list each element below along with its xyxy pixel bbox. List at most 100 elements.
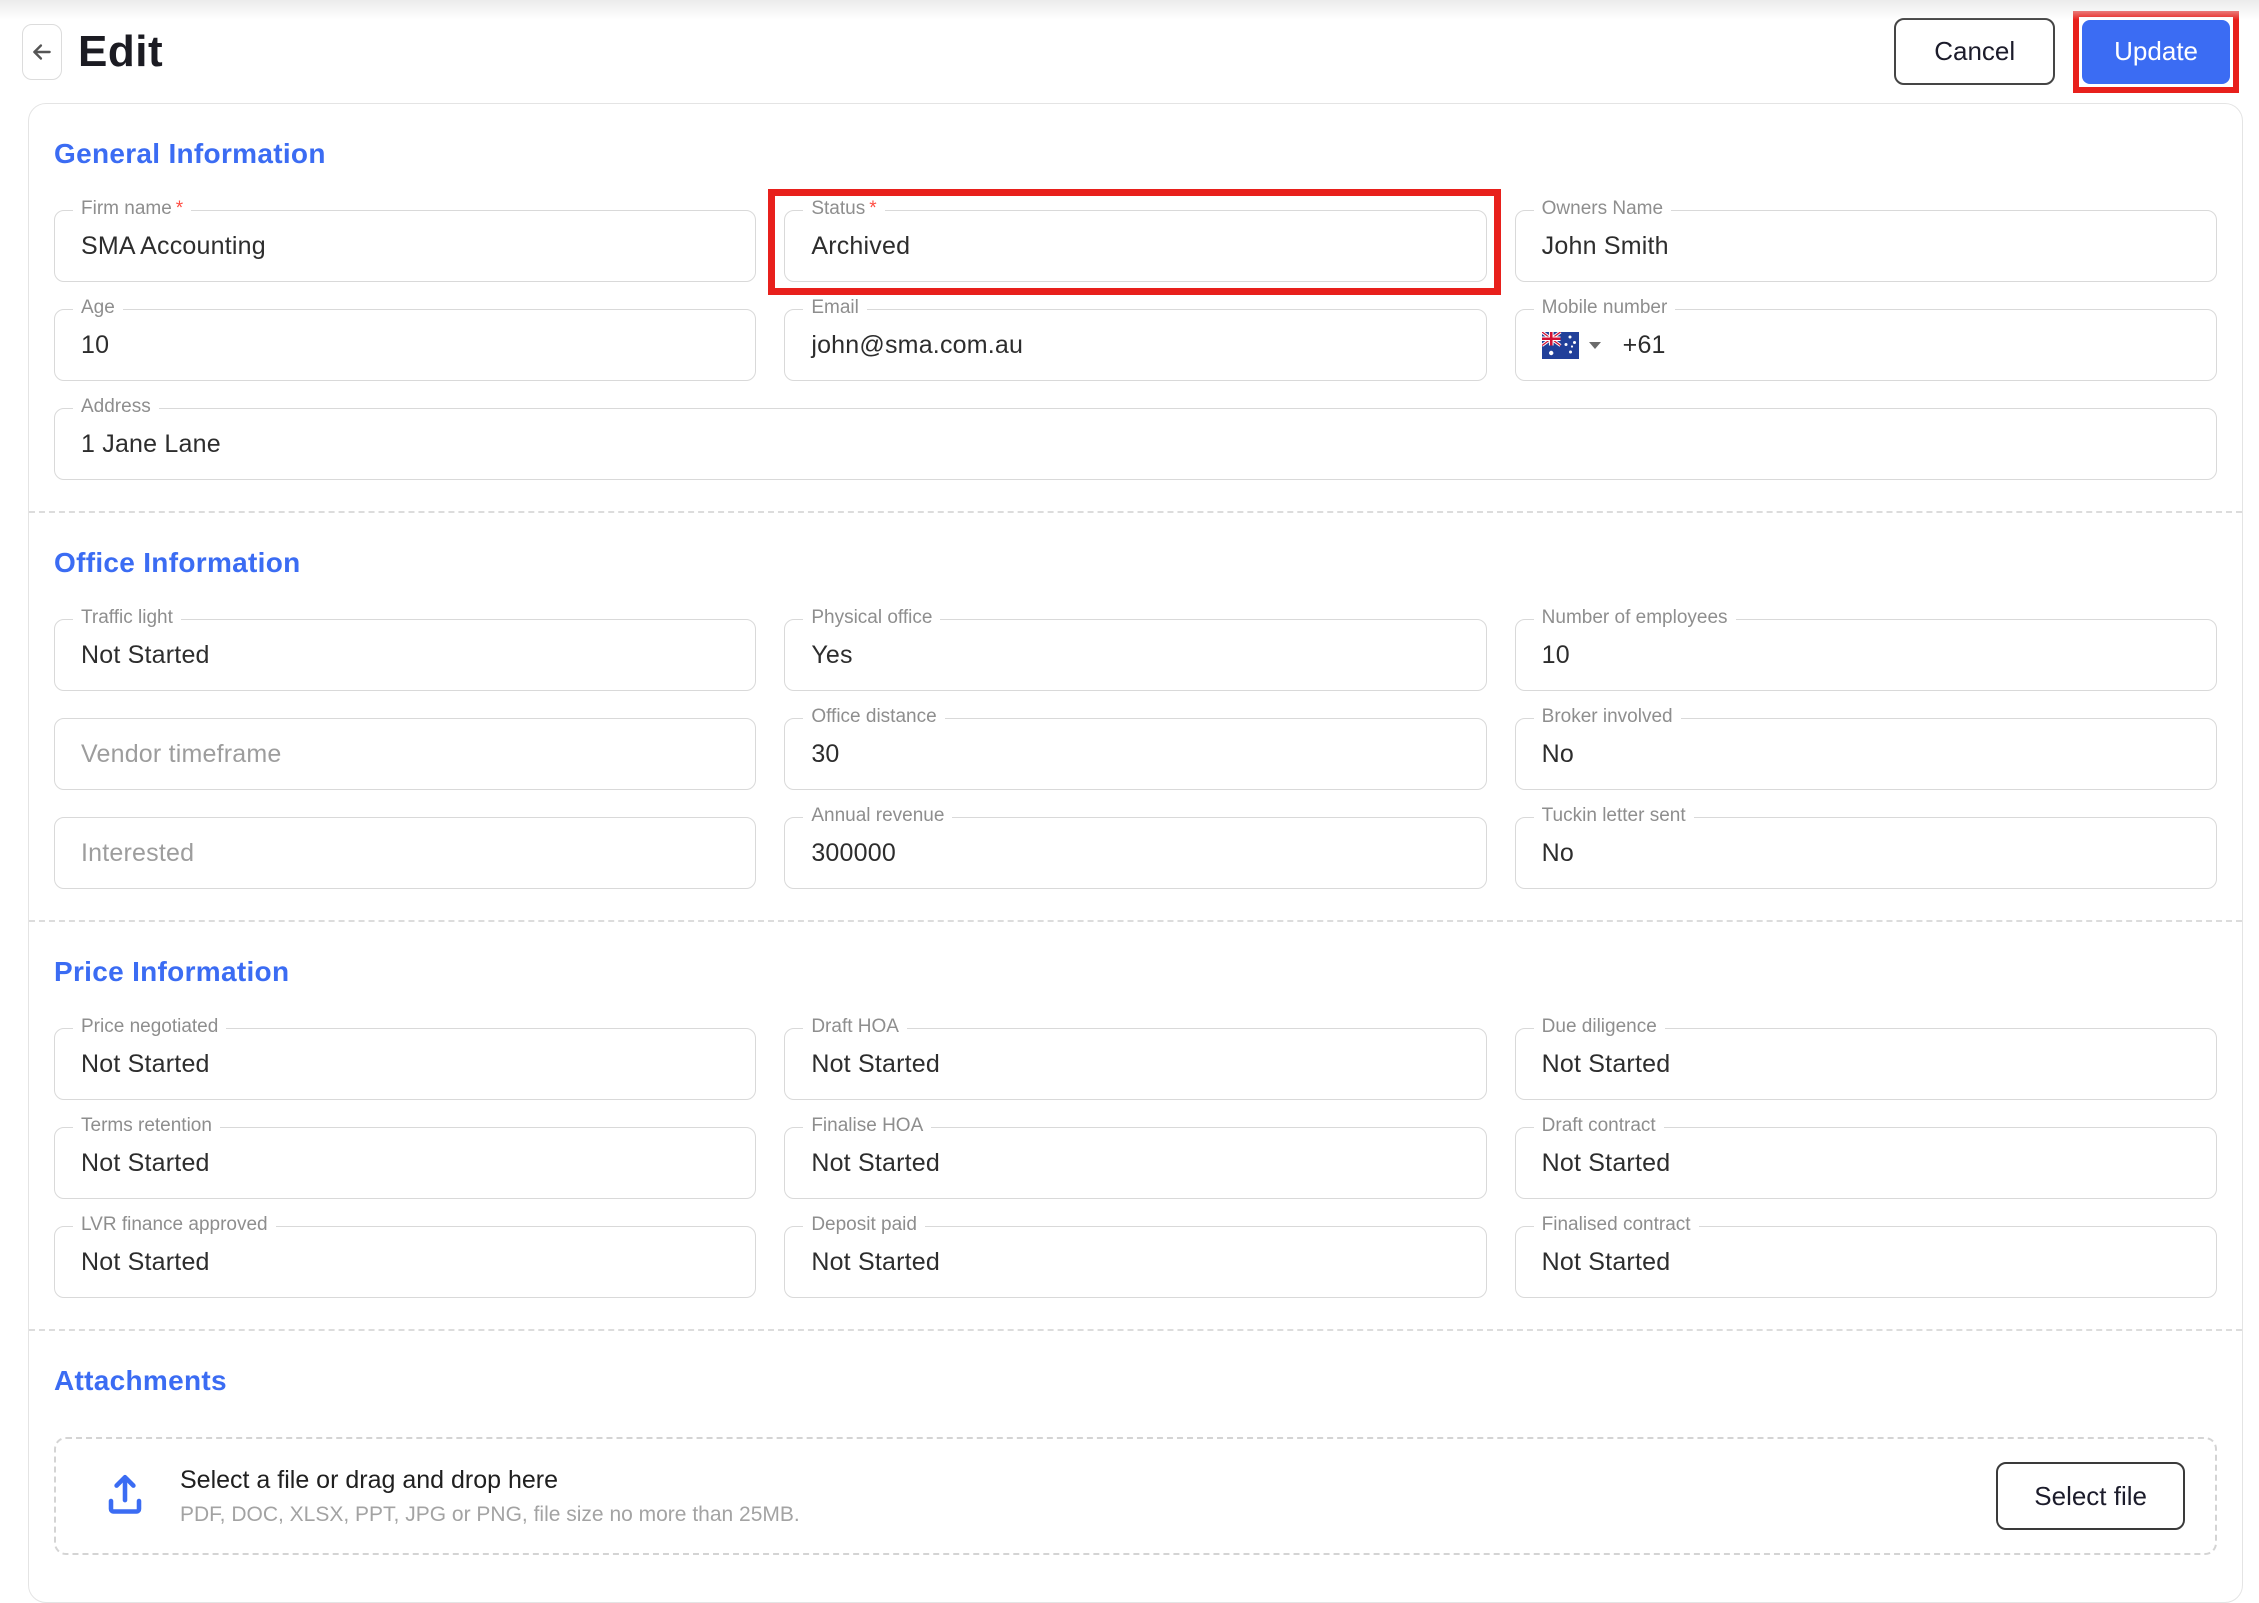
vendor-timeframe-input[interactable]: Vendor timeframe <box>54 718 757 790</box>
section-office-information: Office Information Traffic light Not Sta… <box>29 511 2242 920</box>
email-input[interactable]: Email john@sma.com.au <box>784 297 1487 381</box>
field-label: Finalise HOA <box>803 1115 932 1137</box>
section-title: General Information <box>54 138 326 169</box>
traffic-light-input[interactable]: Traffic light Not Started <box>54 607 757 691</box>
field-value: No <box>1541 838 1575 867</box>
field-label: LVR finance approved <box>73 1214 276 1236</box>
tuckin-letter-sent-input[interactable]: Tuckin letter sent No <box>1514 805 2217 889</box>
field-placeholder: Interested <box>81 838 195 867</box>
field-value: Not Started <box>811 1049 940 1078</box>
field-label: Draft contract <box>1533 1115 1664 1137</box>
section-title: Office Information <box>54 547 301 578</box>
number-of-employees-input[interactable]: Number of employees 10 <box>1514 607 2217 691</box>
section-general-information: General Information Firm name * SMA Accou… <box>29 104 2242 511</box>
field-label: Deposit paid <box>803 1214 925 1236</box>
mobile-number-input[interactable]: Mobile number +61 <box>1514 297 2217 381</box>
interested-input[interactable]: Interested <box>54 817 757 889</box>
field-value: Not Started <box>1541 1247 1671 1276</box>
file-dropzone[interactable]: Select a file or drag and drop here PDF,… <box>54 1437 2217 1555</box>
field-label: Tuckin letter sent <box>1533 805 1694 827</box>
field-label: Terms retention <box>73 1115 220 1137</box>
field-value: Not Started <box>81 1247 210 1276</box>
physical-office-input[interactable]: Physical office Yes <box>784 607 1487 691</box>
draft-hoa-input[interactable]: Draft HOA Not Started <box>784 1016 1487 1100</box>
field-label: Address <box>73 396 159 418</box>
update-button-annotation: Update <box>2073 10 2239 93</box>
field-label: Physical office <box>803 607 941 629</box>
due-diligence-input[interactable]: Due diligence Not Started <box>1514 1016 2217 1100</box>
header: Edit Cancel Update <box>0 0 2259 103</box>
field-value: Not Started <box>81 1049 210 1078</box>
draft-contract-input[interactable]: Draft contract Not Started <box>1514 1115 2217 1199</box>
firm-name-input[interactable]: Firm name * SMA Accounting <box>54 198 757 282</box>
field-value: Archived <box>811 231 911 260</box>
lvr-finance-approved-input[interactable]: LVR finance approved Not Started <box>54 1214 757 1298</box>
field-label: Owners Name <box>1533 198 1672 220</box>
owners-name-input[interactable]: Owners Name John Smith <box>1514 198 2217 282</box>
office-distance-input[interactable]: Office distance 30 <box>784 706 1487 790</box>
field-value: john@sma.com.au <box>811 330 1024 359</box>
back-button[interactable] <box>22 23 62 80</box>
field-label: Office distance <box>803 706 945 728</box>
australia-flag-icon <box>1541 331 1579 359</box>
field-value: Not Started <box>811 1247 940 1276</box>
section-title: Attachments <box>54 1365 227 1396</box>
country-dropdown-caret-icon[interactable] <box>1588 341 1601 349</box>
field-value: Yes <box>811 640 853 669</box>
section-attachments: Attachments Select a file or drag and dr… <box>29 1329 2242 1586</box>
field-value: Not Started <box>81 1148 210 1177</box>
deposit-paid-input[interactable]: Deposit paid Not Started <box>784 1214 1487 1298</box>
finalised-contract-input[interactable]: Finalised contract Not Started <box>1514 1214 2217 1298</box>
terms-retention-input[interactable]: Terms retention Not Started <box>54 1115 757 1199</box>
age-input[interactable]: Age 10 <box>54 297 757 381</box>
field-value: 300000 <box>811 838 896 867</box>
field-value: Not Started <box>811 1148 940 1177</box>
field-label: Draft HOA <box>803 1016 907 1038</box>
dropzone-hint: PDF, DOC, XLSX, PPT, JPG or PNG, file si… <box>180 1502 800 1526</box>
field-value: 30 <box>811 739 840 768</box>
address-input[interactable]: Address 1 Jane Lane <box>54 396 2217 480</box>
section-title: Price Information <box>54 956 290 987</box>
field-label: Finalised contract <box>1533 1214 1699 1236</box>
field-placeholder: Vendor timeframe <box>81 739 282 768</box>
page-title: Edit <box>78 26 164 76</box>
dropzone-title: Select a file or drag and drop here <box>180 1465 559 1494</box>
field-label: Firm name * <box>73 198 192 220</box>
field-label: Price negotiated <box>73 1016 227 1038</box>
section-price-information: Price Information Price negotiated Not S… <box>29 920 2242 1329</box>
field-value: 1 Jane Lane <box>81 429 221 458</box>
field-value: 10 <box>1541 640 1570 669</box>
price-negotiated-input[interactable]: Price negotiated Not Started <box>54 1016 757 1100</box>
field-value: Not Started <box>1541 1049 1671 1078</box>
finalise-hoa-input[interactable]: Finalise HOA Not Started <box>784 1115 1487 1199</box>
field-label: Broker involved <box>1533 706 1681 728</box>
field-value: Not Started <box>1541 1148 1671 1177</box>
update-button[interactable]: Update <box>2082 19 2230 84</box>
field-value: No <box>1541 739 1575 768</box>
field-label: Email <box>803 297 867 319</box>
dropzone-text: Select a file or drag and drop here PDF,… <box>180 1466 800 1527</box>
select-file-button[interactable]: Select file <box>1996 1462 2185 1530</box>
annual-revenue-input[interactable]: Annual revenue 300000 <box>784 805 1487 889</box>
field-value: SMA Accounting <box>81 231 266 260</box>
field-label: Annual revenue <box>803 805 953 827</box>
field-label: Number of employees <box>1533 607 1736 629</box>
header-actions: Cancel Update <box>1894 10 2239 93</box>
arrow-left-icon <box>33 43 51 60</box>
field-label: Mobile number <box>1533 297 1676 319</box>
required-asterisk: * <box>869 198 877 219</box>
broker-involved-input[interactable]: Broker involved No <box>1514 706 2217 790</box>
dial-code: +61 <box>1622 330 1666 359</box>
edit-form-card: General Information Firm name * SMA Accou… <box>28 103 2243 1603</box>
required-asterisk: * <box>175 198 184 219</box>
upload-icon <box>104 1471 146 1522</box>
field-label: Age <box>73 297 123 319</box>
field-label: Status * <box>803 198 885 220</box>
field-label: Traffic light <box>73 607 181 629</box>
status-input[interactable]: Status * Archived <box>768 189 1501 295</box>
field-value: 10 <box>81 330 110 359</box>
field-value: Not Started <box>81 640 210 669</box>
field-label: Due diligence <box>1533 1016 1665 1038</box>
field-value: John Smith <box>1541 231 1669 260</box>
cancel-button[interactable]: Cancel <box>1894 18 2056 85</box>
